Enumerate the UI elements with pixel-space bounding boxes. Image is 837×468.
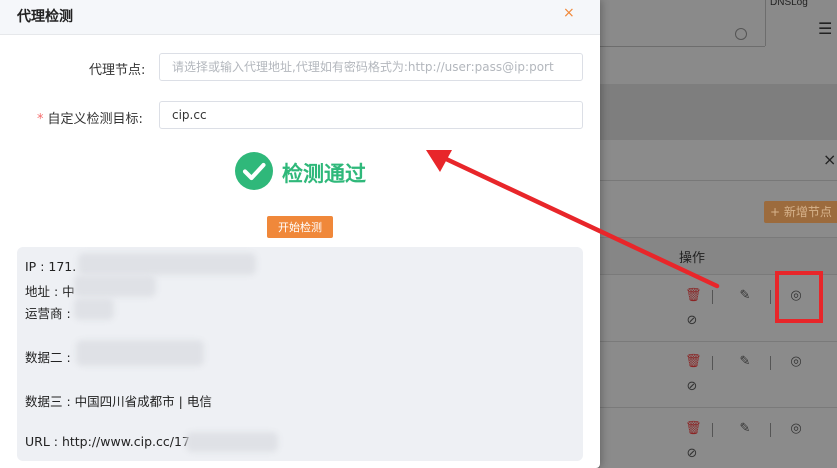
detect-icon[interactable]: ◎ [788,354,804,370]
close-icon[interactable]: × [563,5,575,21]
check-circle-icon [235,152,273,190]
divider [600,180,837,181]
annotation-highlight-box [775,271,823,323]
proxy-check-dialog: 代理检测 × 代理节点: *自定义检测目标: 检测通过 开始检测 IP : 17… [0,0,600,468]
check-mark-svg [242,162,266,181]
redaction-blur [76,340,204,366]
menu-icon[interactable]: ☰ [818,16,837,42]
status-text: 检测通过 [282,162,366,186]
divider [765,0,766,46]
redaction-blur [74,298,114,320]
proxy-node-label: 代理节点: [89,63,146,78]
column-header-ops: 操作 [679,251,706,266]
add-node-button[interactable]: + 新增节点 [764,201,837,223]
redaction-blur [74,275,156,297]
result-ip: IP : 171. [25,259,77,274]
divider [600,46,765,47]
dialog-title: 代理检测 [17,9,73,25]
edit-icon[interactable]: ✎ [737,421,753,437]
ban-icon[interactable]: ⊘ [684,313,700,329]
ban-icon[interactable]: ⊘ [684,379,700,395]
close-icon[interactable]: × [823,150,837,169]
edit-icon[interactable]: ✎ [737,288,753,304]
detect-icon[interactable]: ◎ [788,421,804,437]
trash-icon[interactable]: 🗑 [685,421,702,437]
background-band [600,84,837,140]
proxy-node-input[interactable] [159,53,583,81]
trash-icon[interactable]: 🗑 [685,354,702,370]
copy-icon [735,28,747,40]
target-label: 自定义检测目标: [47,112,143,127]
ban-icon[interactable]: ⊘ [684,446,700,462]
table-header [600,237,837,275]
separator [712,290,713,304]
row-divider [600,407,837,408]
redaction-blur [186,432,278,452]
edit-icon[interactable]: ✎ [737,354,753,370]
separator [770,423,771,437]
result-data3: 数据三 : 中国四川省成都市 | 电信 [25,394,212,409]
start-check-button[interactable]: 开始检测 [267,216,333,238]
row-divider [600,341,837,342]
result-isp: 运营商 : [25,306,71,321]
target-input[interactable] [159,101,583,129]
separator [712,423,713,437]
dnslog-tab[interactable]: DNSLog [770,0,808,8]
redaction-blur [78,253,256,275]
required-mark: * [37,112,44,127]
separator [770,290,771,304]
dialog-header: 代理检测 × [0,0,600,35]
separator [770,356,771,370]
target-label-wrap: * 自定义检测目标: [37,108,143,127]
result-address: 地址 : 中 [25,284,75,299]
result-url: URL : http://www.cip.cc/17 [25,434,190,449]
trash-icon[interactable]: 🗑 [685,288,702,304]
result-data2: 数据二 : [25,350,71,365]
separator [712,356,713,370]
